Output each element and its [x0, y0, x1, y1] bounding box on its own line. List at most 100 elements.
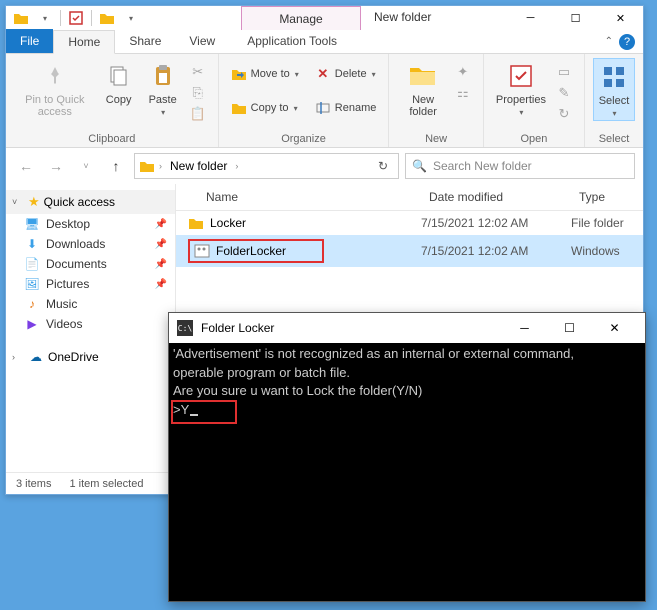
- onedrive-icon: ☁: [28, 350, 44, 364]
- chevron-right-icon[interactable]: ›: [159, 161, 162, 171]
- column-date[interactable]: Date modified: [421, 184, 571, 210]
- file-row-locker[interactable]: Locker 7/15/2021 12:02 AM File folder: [176, 211, 643, 235]
- select-button[interactable]: Select▾: [593, 58, 635, 121]
- up-button[interactable]: ↑: [104, 154, 128, 178]
- open-group: Properties▾ ▭ ✎ ↻ Open: [484, 54, 585, 147]
- new-group: New folder ✦ ⚏ New: [389, 54, 483, 147]
- manage-tab[interactable]: Manage: [241, 6, 361, 30]
- delete-icon: ✕: [315, 66, 331, 82]
- new-label: New: [425, 131, 447, 145]
- recent-dropdown-icon[interactable]: ˅: [74, 154, 98, 178]
- download-icon: ⬇: [24, 237, 40, 251]
- application-tools-tab[interactable]: Application Tools: [233, 29, 351, 53]
- edit-button[interactable]: ✎: [552, 83, 576, 103]
- paste-shortcut-icon: 📋: [190, 106, 206, 122]
- sidebar-item-desktop[interactable]: 🖥Desktop📌: [6, 214, 175, 234]
- column-type[interactable]: Type: [571, 184, 643, 210]
- sidebar-item-documents[interactable]: 📄Documents📌: [6, 254, 175, 274]
- view-tab[interactable]: View: [175, 29, 229, 53]
- qat-dropdown-icon[interactable]: ▾: [34, 8, 56, 28]
- file-tab[interactable]: File: [6, 29, 53, 53]
- minimize-button[interactable]: ─: [508, 6, 553, 30]
- select-icon: [598, 61, 630, 93]
- move-to-icon: [231, 66, 247, 82]
- collapse-ribbon-icon[interactable]: ⌃: [605, 36, 613, 47]
- paste-shortcut-button[interactable]: 📋: [186, 104, 210, 124]
- copy-icon: [103, 60, 135, 92]
- history-button[interactable]: ↻: [552, 104, 576, 124]
- quick-access-section[interactable]: ˅ ★ Quick access: [6, 190, 175, 214]
- select-label: Select: [599, 131, 630, 145]
- console-minimize-button[interactable]: ─: [502, 313, 547, 343]
- open-button[interactable]: ▭: [552, 62, 576, 82]
- paste-button[interactable]: Paste▾: [142, 58, 184, 119]
- maximize-button[interactable]: ☐: [553, 6, 598, 30]
- navigation-bar: ← → ˅ ↑ › New folder › ↻ 🔍 Search New fo…: [6, 148, 643, 184]
- qat-customize-icon[interactable]: ▾: [120, 8, 142, 28]
- selection-count: 1 item selected: [69, 478, 143, 490]
- batch-file-icon: [194, 243, 210, 259]
- forward-button[interactable]: →: [44, 154, 68, 178]
- music-icon: ♪: [24, 297, 40, 311]
- organize-group: Move to▾ Copy to▾ ✕Delete▾ Rename Organi…: [219, 54, 390, 147]
- column-name[interactable]: Name: [176, 184, 421, 210]
- pin-icon: 📌: [155, 279, 167, 290]
- window-title: New folder: [374, 10, 431, 24]
- copy-to-icon: [231, 100, 247, 116]
- console-close-button[interactable]: ✕: [592, 313, 637, 343]
- video-icon: ▶: [24, 317, 40, 331]
- console-title-bar[interactable]: C:\ Folder Locker ─ ☐ ✕: [169, 313, 645, 343]
- search-box[interactable]: 🔍 Search New folder: [405, 153, 635, 179]
- console-maximize-button[interactable]: ☐: [547, 313, 592, 343]
- edit-icon: ✎: [556, 85, 572, 101]
- move-to-button[interactable]: Move to▾: [227, 64, 303, 84]
- sidebar-item-videos[interactable]: ▶Videos: [6, 314, 175, 334]
- ribbon-tabs: File Home Share View Application Tools ⌃…: [6, 30, 643, 54]
- properties-button[interactable]: Properties▾: [492, 58, 550, 119]
- copy-path-icon: ⎘: [190, 85, 206, 101]
- pin-icon: 📌: [155, 219, 167, 230]
- select-group: Select▾ Select: [585, 54, 643, 147]
- delete-button[interactable]: ✕Delete▾: [311, 64, 381, 84]
- chevron-right-icon[interactable]: ›: [235, 161, 238, 171]
- title-bar-controls: ─ ☐ ✕: [508, 6, 643, 30]
- back-button[interactable]: ←: [14, 154, 38, 178]
- share-tab[interactable]: Share: [115, 29, 175, 53]
- new-folder-button[interactable]: New folder: [397, 58, 448, 120]
- pin-to-quick-access-button[interactable]: Pin to Quick access: [14, 58, 96, 120]
- file-row-folderlocker[interactable]: FolderLocker 7/15/2021 12:02 AM Windows: [176, 235, 643, 267]
- sidebar-item-downloads[interactable]: ⬇Downloads📌: [6, 234, 175, 254]
- help-icon[interactable]: ?: [619, 34, 635, 50]
- pin-icon: 📌: [155, 239, 167, 250]
- rename-button[interactable]: Rename: [311, 98, 381, 118]
- folder-icon: [139, 159, 155, 173]
- easy-access-button[interactable]: ⚏: [451, 83, 475, 103]
- copy-button[interactable]: Copy: [98, 58, 140, 108]
- new-folder-qat-icon[interactable]: [96, 8, 118, 28]
- refresh-button[interactable]: ↻: [372, 157, 394, 175]
- sidebar-item-pictures[interactable]: 🖼Pictures📌: [6, 274, 175, 294]
- copy-to-button[interactable]: Copy to▾: [227, 98, 303, 118]
- onedrive-section[interactable]: › ☁ OneDrive: [6, 346, 175, 368]
- folder-icon[interactable]: [10, 8, 32, 28]
- console-output[interactable]: 'Advertisement' is not recognized as an …: [169, 343, 645, 601]
- rename-icon: [315, 100, 331, 116]
- doc-icon: 📄: [24, 257, 40, 271]
- pin-icon: [39, 60, 71, 92]
- clipboard-label: Clipboard: [88, 131, 135, 145]
- new-item-button[interactable]: ✦: [451, 62, 475, 82]
- highlight-annotation: [171, 400, 237, 424]
- chevron-right-icon[interactable]: ›: [12, 352, 24, 362]
- sidebar-item-music[interactable]: ♪Music: [6, 294, 175, 314]
- address-bar[interactable]: › New folder › ↻: [134, 153, 399, 179]
- close-button[interactable]: ✕: [598, 6, 643, 30]
- properties-icon[interactable]: [65, 8, 87, 28]
- breadcrumb-segment[interactable]: New folder: [166, 157, 231, 175]
- new-item-icon: ✦: [455, 64, 471, 80]
- copy-path-button[interactable]: ⎘: [186, 83, 210, 103]
- home-tab[interactable]: Home: [53, 30, 115, 54]
- search-placeholder: Search New folder: [433, 159, 532, 173]
- chevron-down-icon[interactable]: ˅: [12, 197, 24, 207]
- item-count: 3 items: [16, 478, 51, 490]
- cut-button[interactable]: ✂: [186, 62, 210, 82]
